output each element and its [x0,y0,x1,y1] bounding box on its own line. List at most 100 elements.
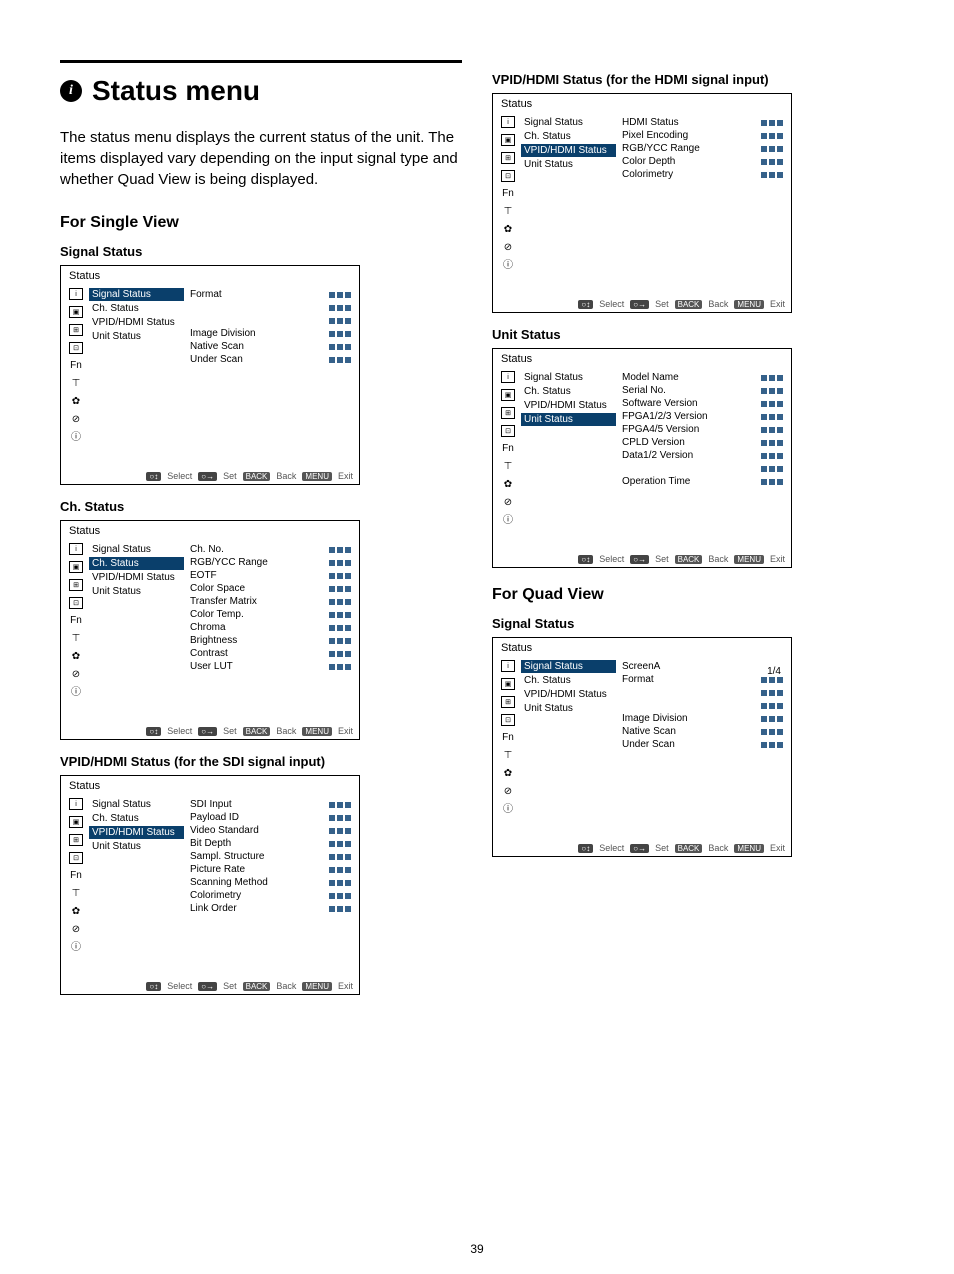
select-chip-icon: ○↕ [578,844,593,853]
menu-side-item[interactable]: Ch. Status [89,302,184,315]
value-bars-icon [329,651,351,657]
menu-side-icon: ⊘ [501,242,515,254]
field-row [622,699,783,712]
menu-side-icon: ⊡ [501,714,515,726]
exit-label: Exit [338,471,353,481]
menu-side-item[interactable]: Unit Status [89,840,184,853]
field-row: Format [190,288,351,301]
menu-side-item[interactable]: Signal Status [89,543,184,556]
menu-side-icon: ⊤ [501,750,515,762]
menu-side-item[interactable]: Unit Status [89,330,184,343]
menu-side-icon: i [69,798,83,810]
menu-unit-status: Status i▣⊞⊡Fn⊤✿⊘ⓘSignal StatusCh. Status… [492,348,792,568]
menu-side-icon: ⊡ [69,597,83,609]
back-chip-icon: BACK [243,472,271,481]
back-label: Back [276,726,296,736]
menu-title: Status [493,638,791,656]
field-row: Color Depth [622,155,783,168]
field-row: Software Version [622,397,783,410]
value-bars-icon [329,560,351,566]
field-row: RGB/YCC Range [190,556,351,569]
menu-side-item[interactable]: Signal Status [89,288,184,301]
screen-label-row: ScreenA [622,660,783,673]
exit-label: Exit [770,843,785,853]
menu-side-item[interactable]: VPID/HDMI Status [89,316,184,329]
back-chip-icon: BACK [675,555,703,564]
menu-side-item[interactable]: Signal Status [89,798,184,811]
field-row: EOTF [190,569,351,582]
field-row: Contrast [190,647,351,660]
back-label: Back [276,981,296,991]
field-row: Colorimetry [190,889,351,902]
menu-field-column: Ch. No.RGB/YCC RangeEOTFColor SpaceTrans… [184,541,351,712]
menu-side-item[interactable]: Signal Status [521,660,616,673]
set-chip-icon: ○→ [630,555,649,564]
set-label: Set [655,843,669,853]
field-row: Image Division [622,712,783,725]
menu-side-list: Signal StatusCh. StatusVPID/HDMI StatusU… [89,286,184,457]
value-bars-icon [761,401,783,407]
field-row: Brightness [190,634,351,647]
menu-side-item[interactable]: VPID/HDMI Status [521,688,616,701]
exit-label: Exit [338,981,353,991]
menu-side-icon: Fn [501,443,515,455]
menu-side-icon: ⊘ [69,924,83,936]
value-bars-icon [761,159,783,165]
menu-side-icon: ✿ [501,768,515,780]
menu-side-item[interactable]: Unit Status [521,158,616,171]
menu-side-icon: ⊞ [501,696,515,708]
menu-side-item[interactable]: Unit Status [521,413,616,426]
menu-footer: ○↕Select ○→Set BACKBack MENUExit [146,726,353,736]
unit-status-heading: Unit Status [492,327,894,342]
menu-side-item[interactable]: VPID/HDMI Status [89,571,184,584]
menu-side-icon: ⊤ [501,461,515,473]
field-row: Format [622,673,783,686]
menu-side-item[interactable]: Ch. Status [521,130,616,143]
field-row: Bit Depth [190,837,351,850]
value-bars-icon [329,802,351,808]
menu-side-item[interactable]: Ch. Status [521,674,616,687]
menu-side-item[interactable]: VPID/HDMI Status [521,144,616,157]
menu-side-item[interactable]: Ch. Status [521,385,616,398]
menu-side-item[interactable]: Ch. Status [89,557,184,570]
set-chip-icon: ○→ [198,727,217,736]
menu-side-icon: ✿ [501,479,515,491]
menu-side-item[interactable]: Unit Status [521,702,616,715]
field-row: HDMI Status [622,116,783,129]
field-row: Data1/2 Version [622,449,783,462]
menu-side-list: Signal StatusCh. StatusVPID/HDMI StatusU… [89,796,184,967]
menu-chip-icon: MENU [734,844,764,853]
page-title: Status menu [92,75,260,107]
menu-side-item[interactable]: VPID/HDMI Status [521,399,616,412]
menu-icon-column: i▣⊞⊡Fn⊤✿⊘ⓘ [69,541,89,712]
field-row: Under Scan [622,738,783,751]
back-chip-icon: BACK [243,982,271,991]
menu-footer: ○↕Select ○→Set BACKBack MENUExit [578,843,785,853]
menu-vpid-hdmi: Status i▣⊞⊡Fn⊤✿⊘ⓘSignal StatusCh. Status… [492,93,792,313]
page-number: 39 [0,1242,954,1256]
menu-side-list: Signal StatusCh. StatusVPID/HDMI StatusU… [521,114,616,285]
back-chip-icon: BACK [675,844,703,853]
value-bars-icon [329,815,351,821]
menu-chip-icon: MENU [734,555,764,564]
menu-side-item[interactable]: Signal Status [521,371,616,384]
menu-chip-icon: MENU [734,300,764,309]
menu-side-icon: ⊤ [69,888,83,900]
value-bars-icon [761,729,783,735]
select-chip-icon: ○↕ [146,982,161,991]
select-label: Select [167,726,192,736]
menu-field-column: HDMI StatusPixel EncodingRGB/YCC RangeCo… [616,114,783,285]
value-bars-icon [761,453,783,459]
menu-side-item[interactable]: Ch. Status [89,812,184,825]
menu-side-item[interactable]: Signal Status [521,116,616,129]
value-bars-icon [329,828,351,834]
field-row [190,301,351,314]
menu-side-item[interactable]: Unit Status [89,585,184,598]
value-bars-icon [329,357,351,363]
menu-side-item[interactable]: VPID/HDMI Status [89,826,184,839]
select-label: Select [167,471,192,481]
back-chip-icon: BACK [243,727,271,736]
ch-status-heading: Ch. Status [60,499,462,514]
value-bars-icon [761,120,783,126]
menu-ch-status: Status i▣⊞⊡Fn⊤✿⊘ⓘSignal StatusCh. Status… [60,520,360,740]
